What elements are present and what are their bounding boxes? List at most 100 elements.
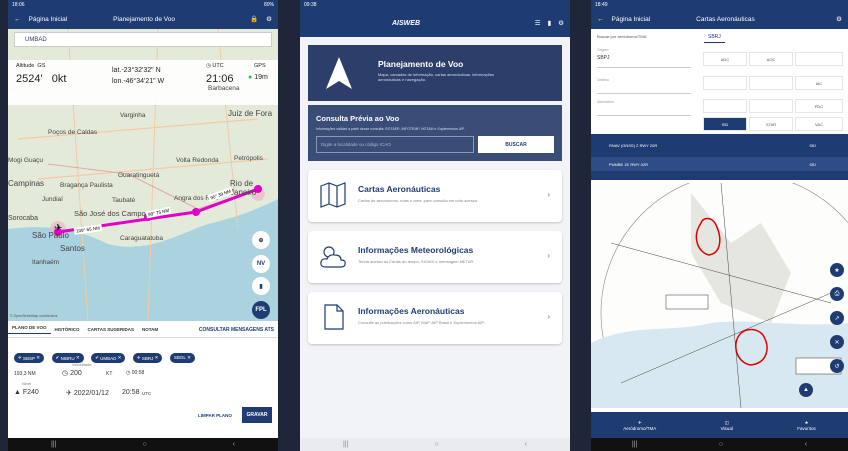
tab-sbrj[interactable]: SBRJ [704,34,725,43]
waypoint-code: NIBRU [60,355,75,361]
recent-apps-icon[interactable]: ||| [343,441,348,448]
nav-favorites[interactable]: ★ Favoritos [797,420,816,431]
lock-icon[interactable]: 🔒 [250,15,258,23]
recent-apps-icon[interactable]: ||| [632,441,637,448]
card-weather-info[interactable]: Informações Meteorológicas Tenha acesso … [308,231,562,283]
chart-type-vac[interactable]: VAC [795,117,843,131]
map-city-label: Petrópolis [234,155,263,162]
save-button[interactable]: GRAVAR [242,407,272,423]
card-desc: Consulte as publicações como AIP, MAP, A… [358,320,485,325]
destination-field[interactable]: Destino [597,78,691,94]
folder-icon[interactable]: ▮ [548,19,552,27]
list-icon[interactable]: ☰ [535,19,541,27]
chart-type-sid[interactable]: SID [703,117,747,131]
map-city-label: Jundiaí [42,196,63,203]
tab-notam[interactable]: NOTAM [138,327,162,332]
field-value: SBPJ [597,55,610,61]
card-aeronautical-charts[interactable]: Cartas Aeronáuticas Cartas de aeródromos… [308,170,562,222]
expand-icon[interactable]: ↗ [830,311,844,325]
consulta-title: Consulta Prévia ao Voo [316,114,400,123]
back-icon[interactable]: ‹ [233,441,235,448]
chart-type-aoc[interactable]: AOC [749,52,793,66]
card-title: Cartas Aeronáuticas [358,184,441,194]
app-bar: ← Página Inicial Planejamento de Voo 🔒 ⚙ [8,9,278,29]
tab-plano-de-voo[interactable]: PLANO DE VOO [8,325,51,334]
locate-icon[interactable]: ⊕ [252,231,270,249]
map-attribution: © OpenStreetMap contributors [10,314,58,318]
time-unit: UTC [142,391,152,396]
hero-desc: Mapa, camadas de informação, cartas aero… [378,72,495,82]
chart-list: RNAV (GNSS) Z RWY 20R SID PUMBE 1E RWY 0… [591,134,848,180]
map-view[interactable]: UMBAD Altitude GS 2524' 0kt lat.-23°32'3… [8,29,278,321]
gear-icon[interactable]: ⚙ [266,15,272,23]
search-button[interactable]: BUSCAR [478,136,554,153]
home-icon[interactable]: ○ [142,441,146,448]
status-bar: 09:38 [300,0,570,9]
chart-type-empty [749,76,793,90]
home-icon[interactable]: ○ [434,441,438,448]
consultar-ats-link[interactable]: CONSULTAR MENSAGENS ATS [195,327,278,333]
tab-historico[interactable]: HISTÓRICO [51,327,84,332]
status-time: 18:06 [12,2,25,8]
speed-field[interactable]: ◷ 200 [62,369,82,377]
chart-type-iac[interactable]: IAC [795,76,843,90]
locality-input[interactable]: Digite a localidade ou código ICAO [316,136,474,153]
flight-params-row: Velocidade 193,3 NM ◷ 200 KT ◷ 00:58 [14,362,272,382]
chart-viewer[interactable]: ★ ⎙ ↗ ✕ ↺ ▲ [591,183,848,408]
nv-button[interactable]: NV [252,255,270,273]
chart-type-pdc[interactable]: PDC [795,99,843,113]
origin-field[interactable]: Origem SBPJ [597,48,691,68]
android-navbar: ||| ○ ‹ [8,438,278,451]
date-field[interactable]: ✈ 2022/01/12 [66,389,109,397]
upload-icon[interactable]: ▲ [799,383,813,397]
back-label[interactable]: Página Inicial [612,16,651,23]
nav-aerodrome[interactable]: ✈ Aeródromo/TMA [623,420,656,431]
share-icon[interactable]: ↺ [830,359,844,373]
chart-type-star[interactable]: STAR [749,117,793,131]
hero-title: Planejamento de Voo [378,59,464,69]
nav-visual[interactable]: ◫ Visual [721,420,733,431]
level-field[interactable]: ▲ F240 [14,389,39,396]
card-aeronautical-info[interactable]: Informações Aeronáuticas Consulte as pub… [308,292,562,344]
page-title: Cartas Aeronáuticas [696,15,755,23]
home-screen: 09:38 AISWEB ☰ ▮ ⚙ Planejamento de Voo M… [300,0,570,451]
altitude-value: 2524' [16,73,43,85]
alternate-field[interactable]: Alternativa [597,100,691,116]
layers-icon[interactable]: ▮ [252,277,270,295]
search-input[interactable]: UMBAD [14,32,272,47]
chart-row[interactable]: PUMBE 1E RWY 02R SID [591,157,848,171]
airplane-icon: ✈ [54,223,63,234]
chart-row-name: PUMBE 1E RWY 02R [609,161,648,167]
app-logo: AISWEB [392,19,420,27]
chart-row-type: SID [809,142,816,148]
map-city-label: Varginha [120,112,146,119]
chart-type-adc[interactable]: ADC [703,52,747,66]
home-icon[interactable]: ○ [719,441,723,448]
map-city-label: Sorocaba [8,215,38,222]
back-label[interactable]: Página Inicial [29,16,68,23]
close-icon[interactable]: ✕ [830,335,844,349]
back-icon[interactable]: ‹ [525,441,527,448]
gear-icon[interactable]: ⚙ [558,19,564,27]
map-city-label: São José dos Campos [74,209,150,218]
flight-planning-card[interactable]: Planejamento de Voo Mapa, camadas de inf… [308,45,562,101]
flight-planning-screen: 18:06 80% ← Página Inicial Planejamento … [8,0,278,451]
consulta-desc: Informações válidas a partir desse consu… [316,127,465,131]
map-city-label: São Paulo [32,231,69,240]
chart-row[interactable]: RNAV (GNSS) Z RWY 20R SID [591,138,848,152]
star-icon[interactable]: ★ [830,263,844,277]
back-icon[interactable]: ‹ [805,441,807,448]
back-arrow-icon[interactable]: ← [14,16,21,23]
back-arrow-icon[interactable]: ← [597,16,604,23]
print-icon[interactable]: ⎙ [830,287,844,301]
tab-cartas-sugeridas[interactable]: CARTAS SUGERIDAS [84,327,138,332]
gps-label: GPS [254,63,266,69]
fpl-button[interactable]: FPL [252,301,270,319]
card-title: Informações Aeronáuticas [358,306,465,316]
recent-apps-icon[interactable]: ||| [51,441,56,448]
date-value: 2022/01/12 [73,390,109,397]
gear-icon[interactable]: ⚙ [836,15,842,23]
clear-plan-button[interactable]: LIMPAR PLANO [198,407,238,423]
time-value[interactable]: 20:58 [122,389,140,396]
waypoint-chip[interactable]: SBGL ✕ [169,352,195,363]
